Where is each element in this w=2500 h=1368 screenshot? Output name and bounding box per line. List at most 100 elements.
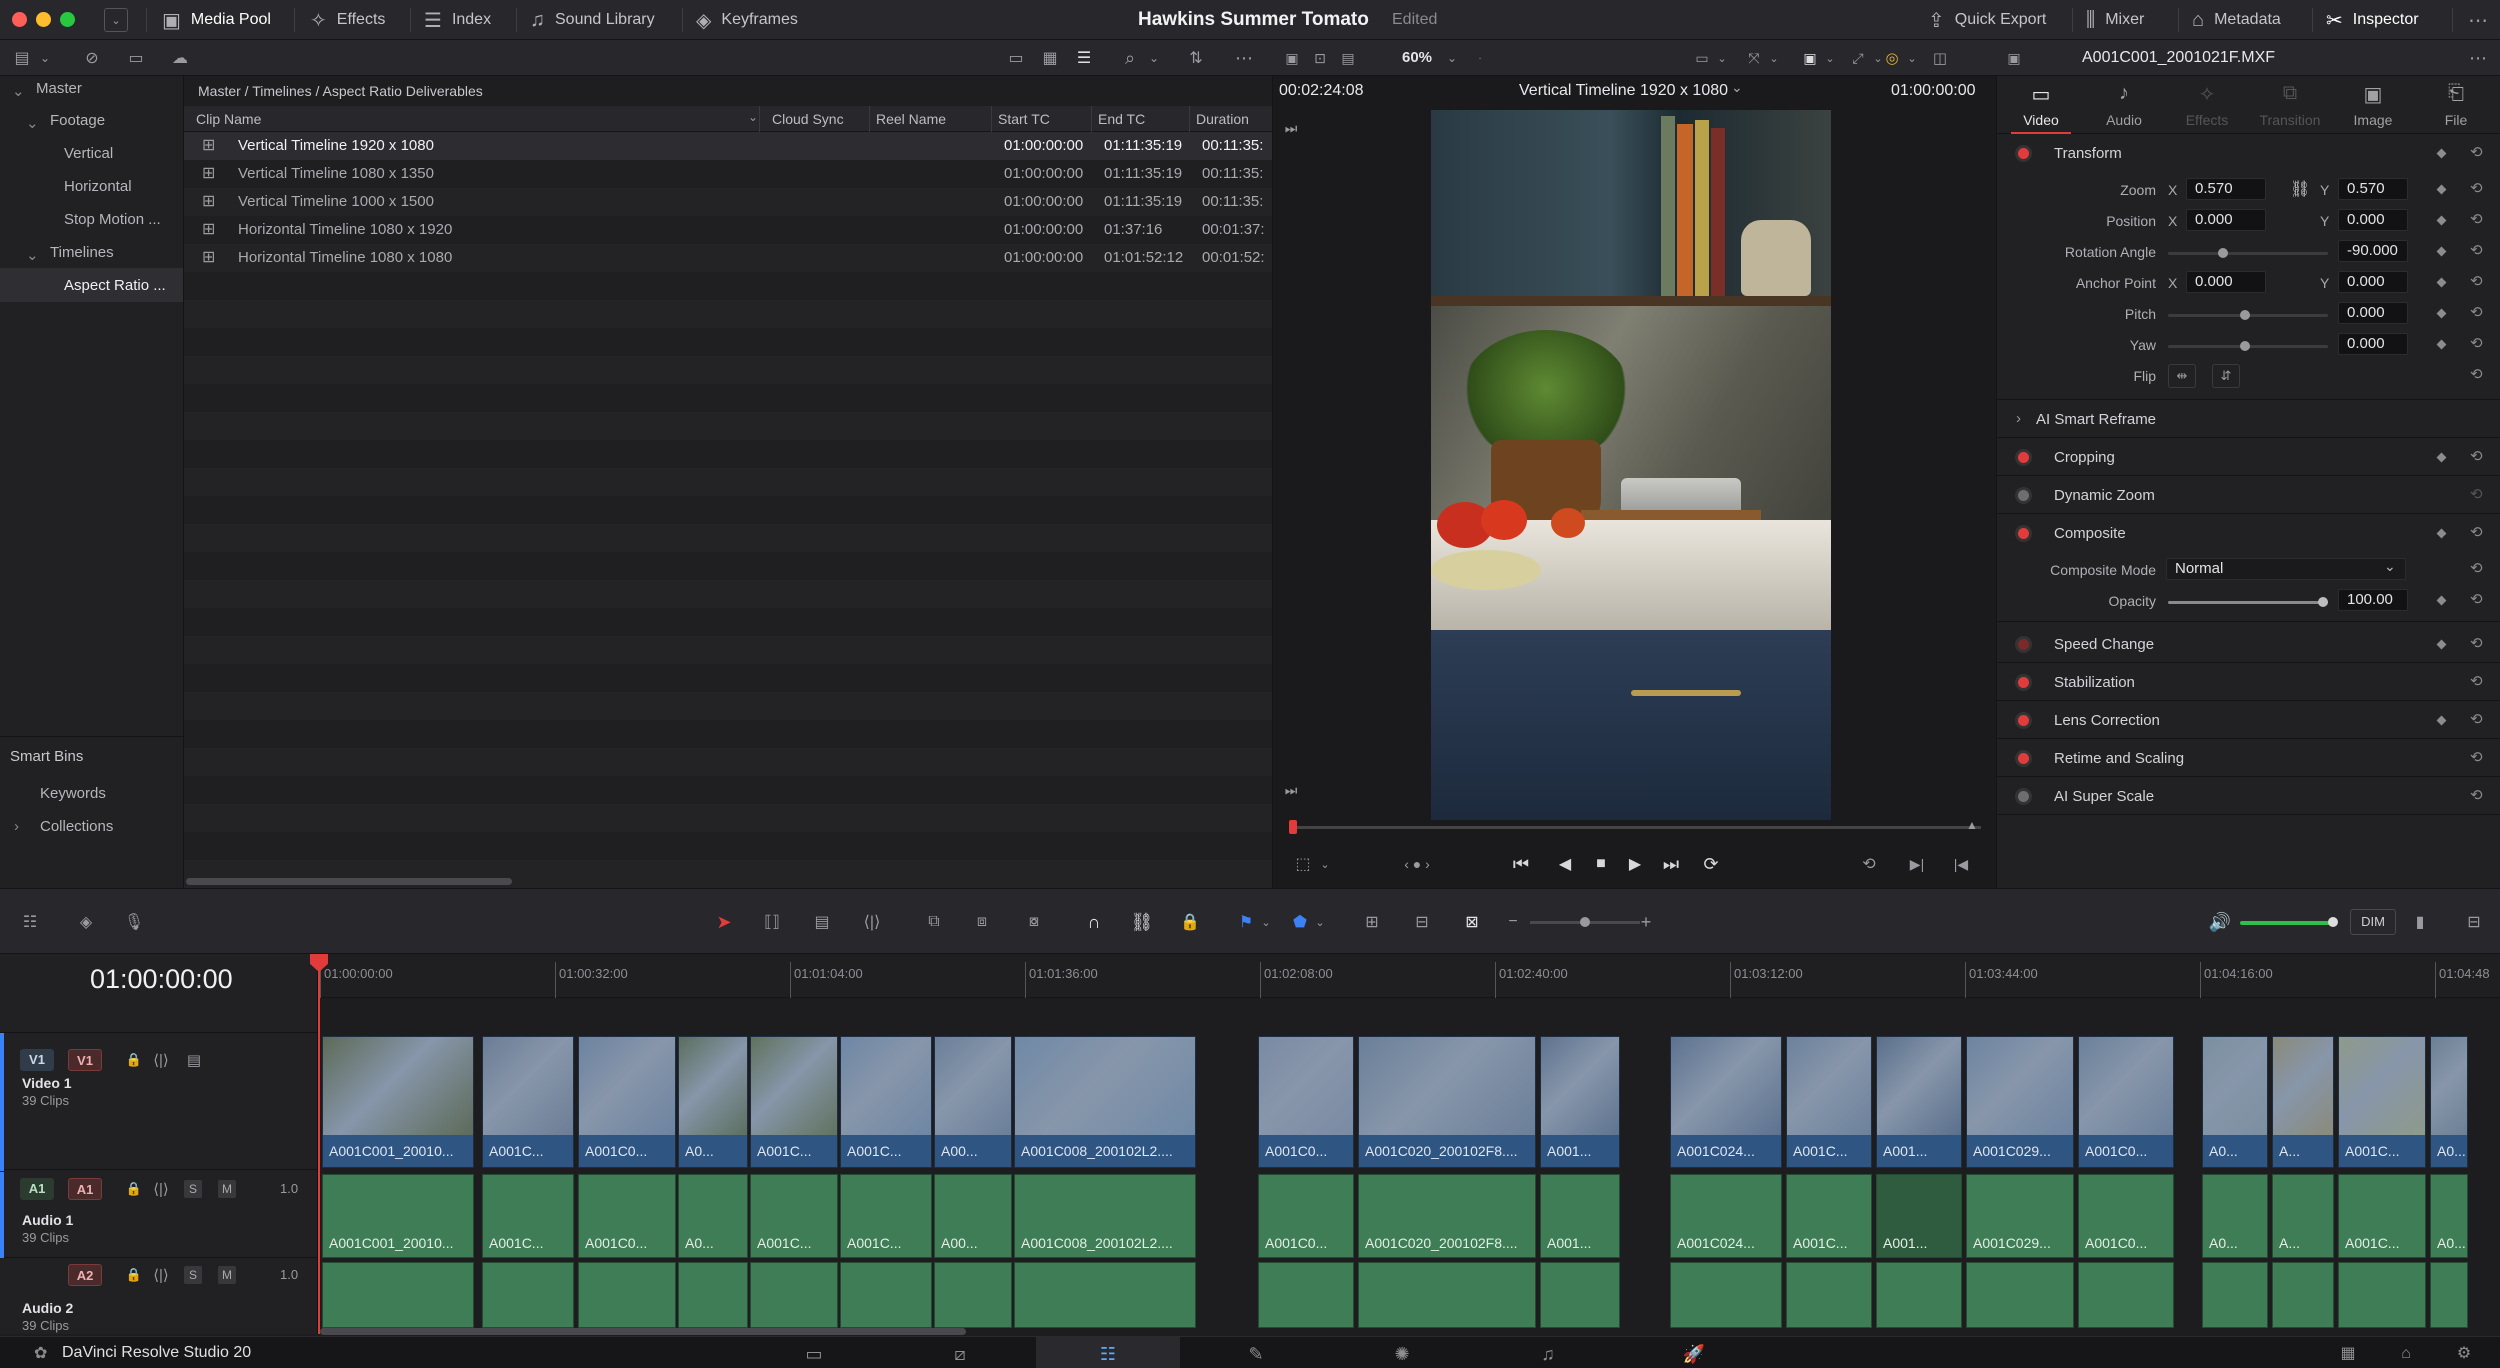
tab-video[interactable]: ▭ Video bbox=[2001, 76, 2081, 134]
more-icon[interactable]: ⋯ bbox=[2466, 46, 2490, 70]
nav-arrows-icon[interactable]: ‹ ● › bbox=[1387, 852, 1447, 876]
column-reel-name[interactable]: Reel Name bbox=[870, 106, 992, 132]
video-clip[interactable]: A001C0... bbox=[2078, 1036, 2174, 1168]
audio-clip[interactable] bbox=[1358, 1262, 1536, 1328]
chevron-down-icon[interactable]: ⌄ bbox=[36, 46, 54, 70]
opacity-field[interactable]: 100.00 bbox=[2338, 589, 2408, 611]
audio-clip[interactable] bbox=[840, 1262, 932, 1328]
auto-select-icon[interactable]: ⟨|⟩ bbox=[150, 1264, 172, 1286]
lock-icon[interactable]: 🔒 bbox=[124, 1049, 144, 1071]
audio-clip[interactable]: A001C008_200102L2.... bbox=[1014, 1174, 1196, 1258]
color-page-icon[interactable]: ✺ bbox=[1384, 1340, 1420, 1368]
audio-clip[interactable] bbox=[482, 1262, 574, 1328]
table-row[interactable]: ⊞ Horizontal Timeline 1080 x 1080 01:00:00… bbox=[184, 244, 1456, 272]
reset-icon[interactable]: ⟲ bbox=[2470, 710, 2483, 728]
slider-knob[interactable] bbox=[2318, 597, 2328, 607]
metadata-button[interactable]: ⌂ Metadata bbox=[2192, 0, 2281, 40]
cut-page-icon[interactable]: ⧄ bbox=[942, 1340, 978, 1368]
zoom-x-field[interactable]: 0.570 bbox=[2186, 178, 2266, 200]
timeline-view-options-icon[interactable]: ☷ bbox=[16, 909, 44, 935]
video-clip[interactable]: A001C029... bbox=[1966, 1036, 2074, 1168]
bin-timelines[interactable]: Timelines bbox=[50, 244, 114, 261]
smart-bin-keywords[interactable]: Keywords bbox=[40, 785, 106, 802]
bin-stop-motion[interactable]: Stop Motion ... bbox=[64, 211, 161, 228]
keyframes-button[interactable]: ◈ Keyframes bbox=[696, 0, 798, 40]
chevron-down-icon[interactable]: ⌄ bbox=[26, 114, 39, 132]
sound-library-button[interactable]: ♫ Sound Library bbox=[530, 0, 655, 40]
solo-button[interactable]: S bbox=[184, 1180, 202, 1198]
reset-icon[interactable]: ⟲ bbox=[2470, 786, 2483, 804]
audio-clip[interactable] bbox=[750, 1262, 838, 1328]
tab-effects[interactable]: ✧ Effects bbox=[2167, 76, 2247, 134]
audio-clip[interactable]: A0... bbox=[678, 1174, 748, 1258]
section-cropping[interactable]: Cropping ⟲ bbox=[1996, 438, 2500, 476]
video-clip[interactable]: A001C... bbox=[840, 1036, 932, 1168]
zoom-window-button[interactable] bbox=[60, 12, 75, 27]
search-icon[interactable]: ⌕ bbox=[1118, 46, 1142, 70]
slider-knob[interactable] bbox=[2328, 917, 2338, 927]
keyframe-icon[interactable] bbox=[2436, 639, 2447, 650]
audio-clip[interactable] bbox=[2202, 1262, 2268, 1328]
video-clip[interactable]: A001C... bbox=[2338, 1036, 2426, 1168]
timeline-scrollbar[interactable] bbox=[320, 1328, 966, 1335]
color-scope-icon[interactable]: ◎ bbox=[1880, 46, 1904, 70]
deliver-page-icon[interactable]: 🚀 bbox=[1676, 1340, 1712, 1368]
speaker-icon[interactable]: 🔊 bbox=[2206, 909, 2234, 935]
keyframe-icon[interactable] bbox=[2436, 308, 2447, 319]
solo-button[interactable]: S bbox=[184, 1266, 202, 1284]
enable-toggle[interactable] bbox=[2018, 791, 2029, 802]
marker-icon[interactable]: ⬟ bbox=[1288, 909, 1312, 935]
project-manager-icon[interactable]: ▦ bbox=[2330, 1340, 2366, 1368]
dim-button[interactable]: DIM bbox=[2350, 909, 2396, 935]
audio-clip[interactable] bbox=[934, 1262, 1012, 1328]
slider-knob[interactable] bbox=[1580, 917, 1590, 927]
tab-transition[interactable]: ⧉ Transition bbox=[2250, 76, 2330, 134]
zoom-in-icon[interactable]: + bbox=[1634, 909, 1658, 935]
auto-select-icon[interactable]: ⟨|⟩ bbox=[150, 1049, 172, 1071]
chevron-down-icon[interactable]: ⌄ bbox=[1904, 46, 1920, 70]
viewer-zoom[interactable]: 60% bbox=[1402, 40, 1432, 76]
zoom-custom-icon[interactable]: ⊠ bbox=[1454, 909, 1490, 935]
column-cloud-sync[interactable]: Cloud Sync bbox=[766, 106, 870, 132]
audio-clip[interactable]: A001C020_200102F8.... bbox=[1358, 1174, 1536, 1258]
flip-horizontal-icon[interactable]: ⇹ bbox=[2168, 364, 2196, 388]
reset-icon[interactable]: ⟲ bbox=[2470, 447, 2483, 465]
chevron-down-icon[interactable]: ⌄ bbox=[1317, 852, 1333, 876]
track-dest-button[interactable]: A1 bbox=[68, 1178, 102, 1200]
position-x-field[interactable]: 0.000 bbox=[2186, 209, 2266, 231]
go-to-end-icon[interactable]: ⏭ bbox=[1657, 852, 1685, 876]
zoom-out-icon[interactable]: − bbox=[1504, 909, 1522, 935]
chevron-down-icon[interactable]: ⌄ bbox=[2384, 558, 2396, 575]
filmstrip-icon[interactable]: ▤ bbox=[1336, 46, 1360, 70]
timeline-playhead[interactable] bbox=[318, 954, 320, 1334]
track-dest-button[interactable]: A2 bbox=[68, 1264, 102, 1286]
split-view-icon[interactable]: ◫ bbox=[1928, 46, 1952, 70]
track-source-button[interactable]: V1 bbox=[20, 1049, 54, 1071]
pitch-slider[interactable] bbox=[2168, 310, 2328, 320]
home-icon[interactable]: ⌂ bbox=[2388, 1340, 2424, 1368]
position-lock-icon[interactable]: 🔒 bbox=[1176, 909, 1204, 935]
audio-clip[interactable]: A0... bbox=[2430, 1174, 2468, 1258]
column-duration[interactable]: Duration bbox=[1190, 106, 1272, 132]
audio-clip[interactable] bbox=[1876, 1262, 1962, 1328]
chevron-down-icon[interactable]: ⌄ bbox=[748, 110, 758, 124]
reset-icon[interactable]: ⟲ bbox=[2470, 272, 2483, 290]
track-dest-button[interactable]: V1 bbox=[68, 1049, 102, 1071]
chevron-down-icon[interactable]: ⌄ bbox=[1714, 46, 1730, 70]
edit-page-icon[interactable]: ☷ bbox=[1090, 1340, 1126, 1368]
video-clip[interactable]: A001... bbox=[1876, 1036, 1962, 1168]
video-clip[interactable]: A001C... bbox=[750, 1036, 838, 1168]
slider-knob[interactable] bbox=[2240, 341, 2250, 351]
video-clip[interactable]: A0... bbox=[2202, 1036, 2268, 1168]
list-view-icon[interactable]: ☰ bbox=[1072, 46, 1096, 70]
meter-icon[interactable]: ▮ bbox=[2408, 909, 2432, 935]
reset-icon[interactable]: ⟲ bbox=[2470, 634, 2483, 652]
insert-clip-icon[interactable]: ⧉ bbox=[918, 909, 950, 935]
microphone-icon[interactable]: 🎙 bbox=[120, 909, 148, 935]
composite-mode-select[interactable]: Normal bbox=[2166, 558, 2406, 580]
tab-image[interactable]: ▣ Image bbox=[2333, 76, 2413, 134]
audio-clip[interactable]: A001C... bbox=[1786, 1174, 1872, 1258]
audio-clip[interactable]: A001C... bbox=[840, 1174, 932, 1258]
reset-icon[interactable]: ⟲ bbox=[2470, 590, 2483, 608]
video-clip[interactable]: A001C008_200102L2.... bbox=[1014, 1036, 1196, 1168]
